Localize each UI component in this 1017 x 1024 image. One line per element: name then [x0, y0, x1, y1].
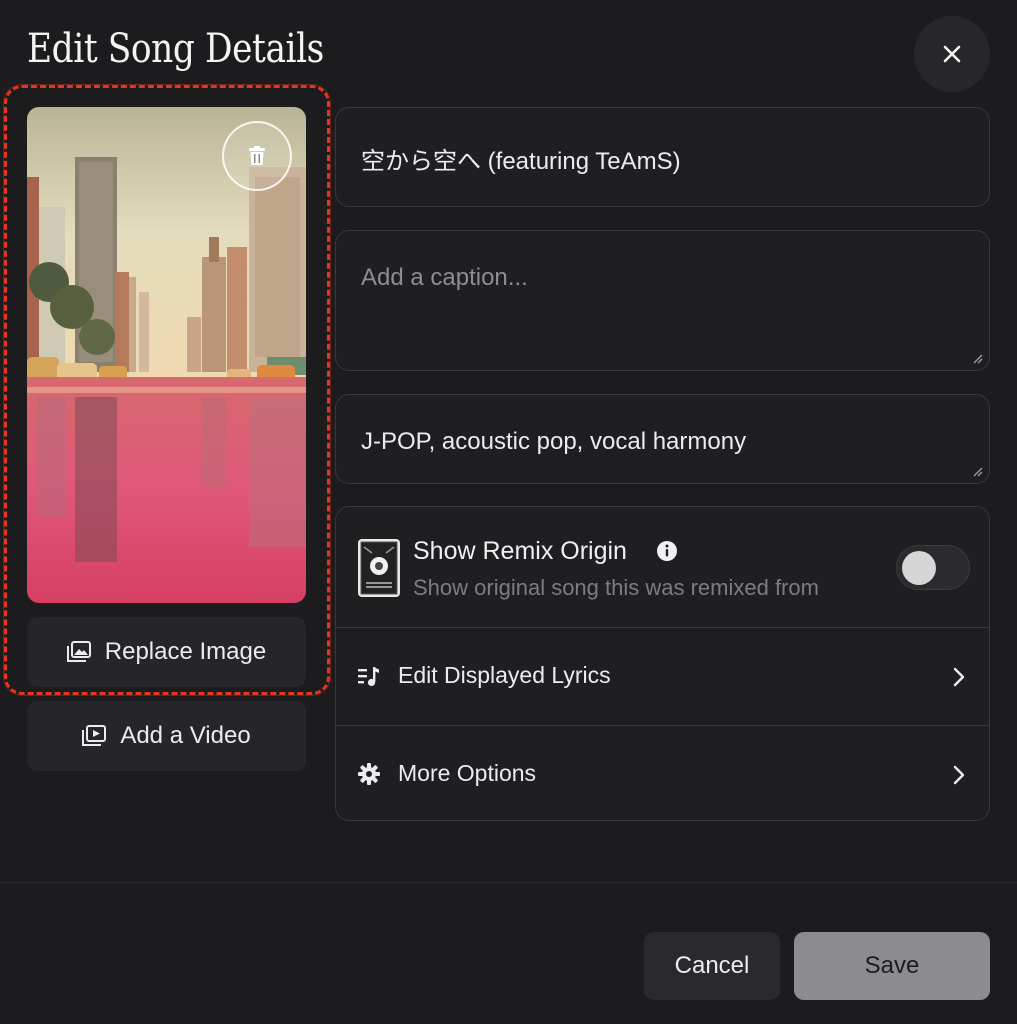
video-icon — [82, 725, 107, 746]
remix-origin-toggle[interactable] — [896, 545, 970, 590]
resize-grip-icon — [973, 354, 983, 364]
info-icon[interactable] — [656, 540, 678, 562]
more-options-label: More Options — [398, 760, 537, 786]
image-controls-highlight — [4, 85, 330, 695]
save-button[interactable]: Save — [794, 932, 990, 1000]
dialog-title: Edit Song Details — [27, 26, 324, 72]
gear-icon — [358, 763, 380, 785]
caption-placeholder: Add a caption... — [361, 264, 528, 291]
edit-lyrics-row[interactable]: Edit Displayed Lyrics — [336, 627, 989, 725]
close-button[interactable] — [914, 16, 990, 92]
style-tags-value: J-POP, acoustic pop, vocal harmony — [361, 428, 747, 455]
remix-origin-description: Show original song this was remixed from — [413, 575, 819, 600]
edit-lyrics-label: Edit Displayed Lyrics — [398, 662, 611, 688]
close-icon — [943, 45, 961, 63]
style-tags-field[interactable]: J-POP, acoustic pop, vocal harmony — [335, 394, 990, 484]
remix-origin-title: Show Remix Origin — [413, 537, 627, 565]
song-title-field[interactable]: 空から空へ (featuring TeAmS) — [335, 107, 990, 207]
song-title-value: 空から空へ (featuring TeAmS) — [361, 148, 681, 175]
add-video-label: Add a Video — [120, 722, 251, 749]
footer-divider — [0, 882, 1017, 883]
toggle-knob — [902, 551, 936, 585]
remix-song-thumbnail — [358, 539, 400, 597]
cancel-button[interactable]: Cancel — [644, 932, 780, 1000]
lyrics-icon — [358, 667, 379, 687]
options-panel: Show Remix Origin Show original song thi… — [335, 506, 990, 821]
remix-origin-row: Show Remix Origin Show original song thi… — [336, 507, 989, 627]
caption-field[interactable]: Add a caption... — [335, 230, 990, 371]
more-options-row[interactable]: More Options — [336, 725, 989, 820]
chevron-right-icon — [953, 765, 965, 785]
resize-grip-icon — [973, 467, 983, 477]
add-video-button[interactable]: Add a Video — [27, 701, 306, 771]
chevron-right-icon — [953, 667, 965, 687]
